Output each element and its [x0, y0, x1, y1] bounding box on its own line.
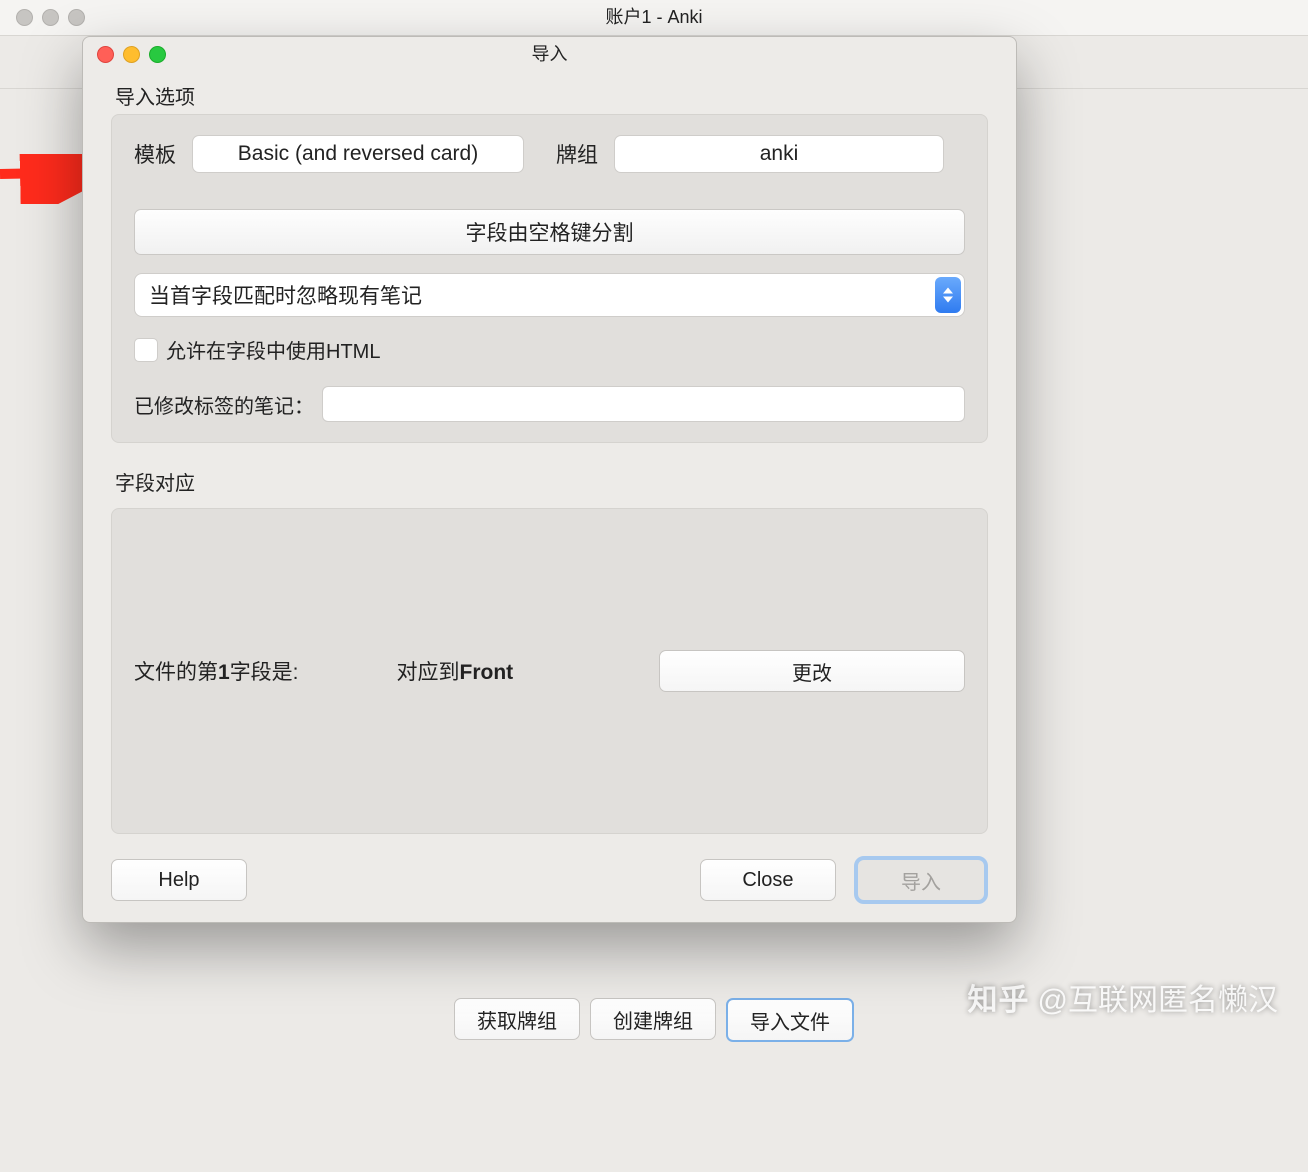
zhihu-logo-text: 知乎 [968, 975, 1030, 1019]
field-mapping-group: 文件的第1字段是: 对应到Front 更改 [111, 508, 988, 834]
chevron-up-down-icon [935, 277, 961, 313]
close-icon[interactable] [16, 9, 33, 26]
import-button[interactable]: 导入 [854, 856, 988, 904]
template-select[interactable]: Basic (and reversed card) [192, 135, 524, 173]
separator-button[interactable]: 字段由空格键分割 [134, 209, 965, 255]
import-options-group: 模板 Basic (and reversed card) 牌组 anki 字段由… [111, 114, 988, 443]
watermark-handle: @互联网匿名懒汉 [1038, 975, 1278, 1019]
dialog-footer: Help Close 导入 [111, 856, 988, 904]
dialog-title: 导入 [532, 44, 568, 64]
import-file-button[interactable]: 导入文件 [726, 998, 854, 1042]
help-button[interactable]: Help [111, 859, 247, 901]
deck-select[interactable]: anki [614, 135, 944, 173]
close-icon[interactable] [97, 46, 114, 63]
watermark: 知乎 @互联网匿名懒汉 [968, 975, 1278, 1019]
get-decks-button[interactable]: 获取牌组 [454, 998, 580, 1040]
create-deck-button[interactable]: 创建牌组 [590, 998, 716, 1040]
field-mapping-label: 字段对应 [111, 457, 988, 500]
minimize-icon[interactable] [42, 9, 59, 26]
main-titlebar: 账户1 - Anki [0, 0, 1308, 36]
field-map-source: 文件的第1字段是: [134, 656, 397, 686]
allow-html-label: 允许在字段中使用HTML [166, 335, 380, 364]
main-traffic-lights [16, 9, 85, 26]
modified-tags-label: 已修改标签的笔记： [134, 390, 314, 419]
field-map-target: 对应到Front [397, 656, 660, 686]
zoom-icon[interactable] [149, 46, 166, 63]
import-options-label: 导入选项 [111, 71, 988, 114]
dialog-traffic-lights [97, 46, 166, 63]
close-button[interactable]: Close [700, 859, 836, 901]
dialog-titlebar: 导入 [83, 37, 1016, 71]
modified-tags-input[interactable] [322, 386, 965, 422]
minimize-icon[interactable] [123, 46, 140, 63]
duplicate-policy-select[interactable]: 当首字段匹配时忽略现有笔记 [134, 273, 965, 317]
import-dialog: 导入 导入选项 模板 Basic (and reversed card) 牌组 … [82, 36, 1017, 923]
zoom-icon[interactable] [68, 9, 85, 26]
deck-label: 牌组 [556, 139, 598, 169]
allow-html-checkbox[interactable] [134, 338, 158, 362]
change-mapping-button[interactable]: 更改 [659, 650, 965, 692]
main-window-title: 账户1 - Anki [605, 7, 702, 27]
duplicate-policy-value: 当首字段匹配时忽略现有笔记 [149, 280, 422, 310]
template-label: 模板 [134, 139, 176, 169]
